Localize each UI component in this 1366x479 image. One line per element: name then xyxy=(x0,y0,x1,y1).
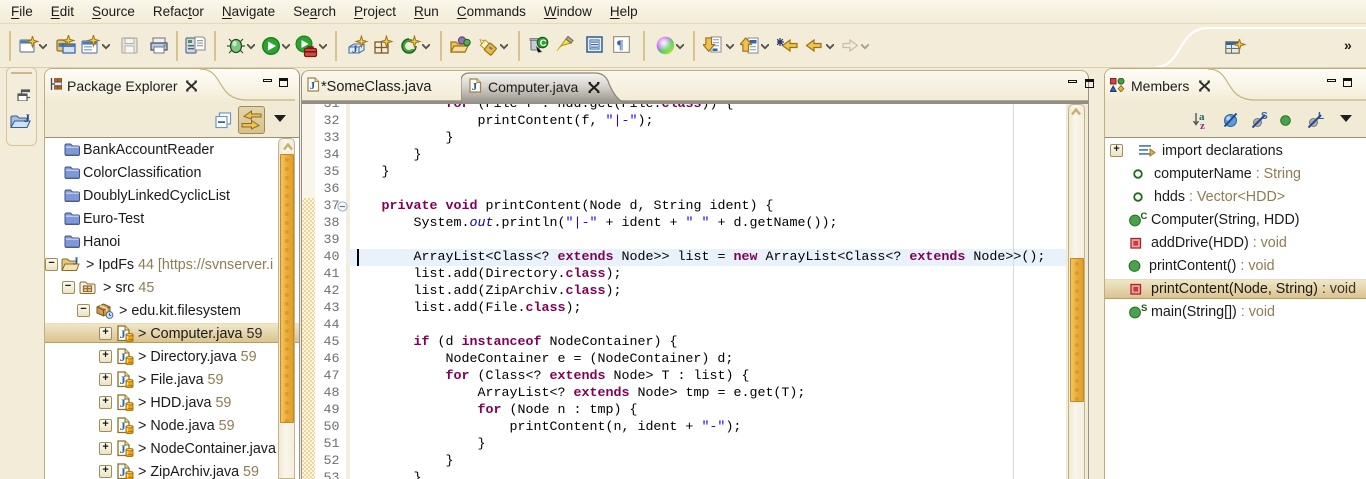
svg-text:J: J xyxy=(310,80,316,92)
svg-text:J: J xyxy=(352,44,358,56)
svg-text:¶: ¶ xyxy=(617,37,624,52)
svg-text:C: C xyxy=(1141,211,1148,222)
svg-text:z: z xyxy=(1200,120,1205,130)
svg-text:C: C xyxy=(540,38,547,49)
svg-text:S: S xyxy=(1141,303,1147,314)
svg-text:J: J xyxy=(472,81,478,93)
svg-text:J: J xyxy=(24,112,30,125)
